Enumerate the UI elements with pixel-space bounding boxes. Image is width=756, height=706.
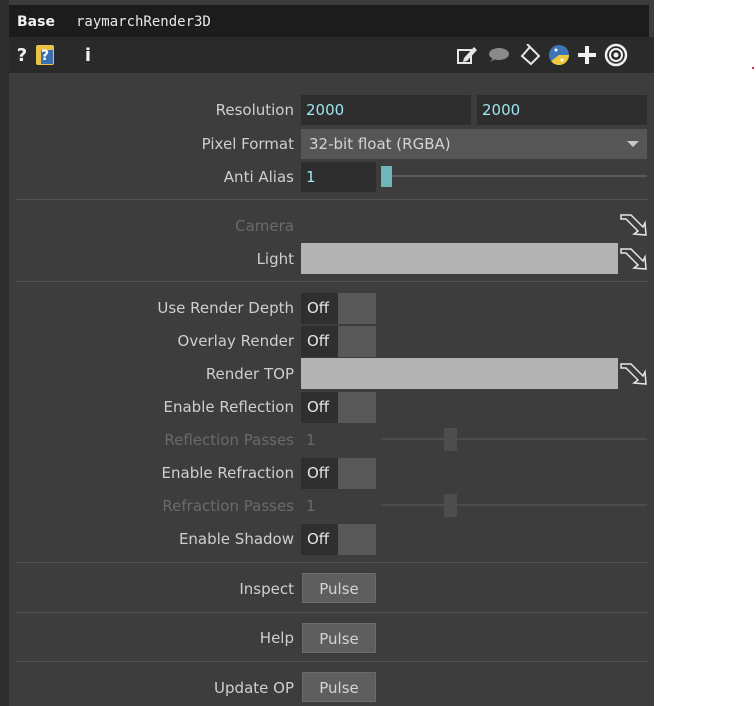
section-divider bbox=[15, 562, 648, 563]
drag-op-arrow-icon[interactable] bbox=[617, 209, 651, 239]
resolution-width-field[interactable]: 2000 bbox=[301, 95, 471, 125]
toggle-switch[interactable] bbox=[338, 392, 376, 423]
pixel-format-value: 32-bit float (RGBA) bbox=[309, 135, 451, 153]
section-divider bbox=[15, 612, 648, 613]
overlay-render-toggle[interactable]: Off bbox=[301, 326, 376, 357]
inspect-pulse-button[interactable]: Pulse bbox=[302, 573, 376, 603]
anti-alias-label: Anti Alias bbox=[223, 168, 294, 186]
operator-name[interactable]: raymarchRender3D bbox=[76, 14, 211, 30]
enable-refraction-label: Enable Refraction bbox=[161, 464, 294, 482]
help-pulse-button[interactable]: Pulse bbox=[302, 623, 376, 653]
use-render-depth-toggle[interactable]: Off bbox=[301, 293, 376, 324]
plus-icon[interactable] bbox=[575, 43, 599, 67]
enable-reflection-label: Enable Reflection bbox=[163, 398, 295, 416]
title-bar: Base raymarchRender3D bbox=[9, 5, 649, 37]
overlay-render-label: Overlay Render bbox=[177, 332, 294, 350]
left-edge-strip bbox=[0, 0, 9, 706]
anti-alias-slider-handle[interactable] bbox=[381, 166, 392, 187]
update-op-pulse-button[interactable]: Pulse bbox=[302, 672, 376, 702]
python-icon[interactable] bbox=[547, 43, 571, 67]
render-top-label: Render TOP bbox=[205, 365, 294, 383]
refraction-passes-label: Refraction Passes bbox=[162, 497, 294, 515]
camera-label: Camera bbox=[235, 217, 294, 235]
toggle-value: Off bbox=[301, 458, 338, 489]
anti-alias-slider-track[interactable] bbox=[381, 175, 647, 177]
inspect-label: Inspect bbox=[239, 580, 294, 598]
section-divider bbox=[15, 199, 648, 200]
light-label: Light bbox=[256, 250, 294, 268]
pixel-format-label: Pixel Format bbox=[201, 135, 294, 153]
target-icon[interactable] bbox=[603, 43, 629, 67]
use-render-depth-label: Use Render Depth bbox=[157, 299, 294, 317]
context-help-icon[interactable]: ? bbox=[35, 43, 55, 67]
paint-bucket-icon[interactable] bbox=[517, 43, 543, 67]
toggle-value: Off bbox=[301, 524, 338, 555]
enable-shadow-label: Enable Shadow bbox=[178, 530, 294, 548]
resolution-height-field[interactable]: 2000 bbox=[477, 95, 647, 125]
drag-op-arrow-icon[interactable] bbox=[617, 243, 651, 273]
toggle-value: Off bbox=[301, 326, 338, 357]
reflection-passes-slider-handle bbox=[444, 428, 457, 451]
info-icon[interactable]: i bbox=[82, 43, 94, 67]
update-op-label: Update OP bbox=[214, 679, 294, 697]
chevron-down-icon bbox=[627, 141, 639, 147]
toolbar: ? ? i bbox=[9, 37, 654, 73]
enable-reflection-toggle[interactable]: Off bbox=[301, 392, 376, 423]
parameters-area: Resolution 2000 2000 Pixel Format 32-bit… bbox=[9, 73, 654, 706]
section-divider bbox=[15, 661, 648, 662]
light-op-field[interactable] bbox=[301, 243, 618, 274]
stray-mark bbox=[752, 67, 754, 69]
comment-icon[interactable] bbox=[485, 43, 511, 67]
render-top-op-field[interactable] bbox=[301, 358, 618, 389]
anti-alias-field[interactable]: 1 bbox=[301, 162, 376, 192]
drag-op-arrow-icon[interactable] bbox=[617, 358, 651, 388]
toggle-value: Off bbox=[301, 392, 338, 423]
refraction-passes-value: 1 bbox=[306, 497, 316, 515]
reflection-passes-slider-track bbox=[381, 438, 647, 440]
enable-refraction-toggle[interactable]: Off bbox=[301, 458, 376, 489]
resolution-label: Resolution bbox=[215, 101, 294, 119]
edit-icon[interactable] bbox=[455, 43, 479, 67]
reflection-passes-label: Reflection Passes bbox=[164, 431, 294, 449]
help-icon[interactable]: ? bbox=[15, 43, 29, 67]
toggle-switch[interactable] bbox=[338, 326, 376, 357]
operator-type: Base bbox=[17, 14, 55, 30]
enable-shadow-toggle[interactable]: Off bbox=[301, 524, 376, 555]
svg-text:?: ? bbox=[41, 48, 49, 64]
pixel-format-dropdown[interactable]: 32-bit float (RGBA) bbox=[301, 129, 647, 159]
toggle-switch[interactable] bbox=[338, 458, 376, 489]
refraction-passes-slider-handle bbox=[444, 494, 457, 517]
section-divider bbox=[15, 281, 648, 282]
parameter-panel: Base raymarchRender3D ? ? i Resolution 2… bbox=[0, 0, 654, 706]
reflection-passes-value: 1 bbox=[306, 431, 316, 449]
toggle-switch[interactable] bbox=[338, 293, 376, 324]
toggle-switch[interactable] bbox=[338, 524, 376, 555]
help-label: Help bbox=[259, 629, 294, 647]
toggle-value: Off bbox=[301, 293, 338, 324]
refraction-passes-slider-track bbox=[381, 504, 647, 506]
